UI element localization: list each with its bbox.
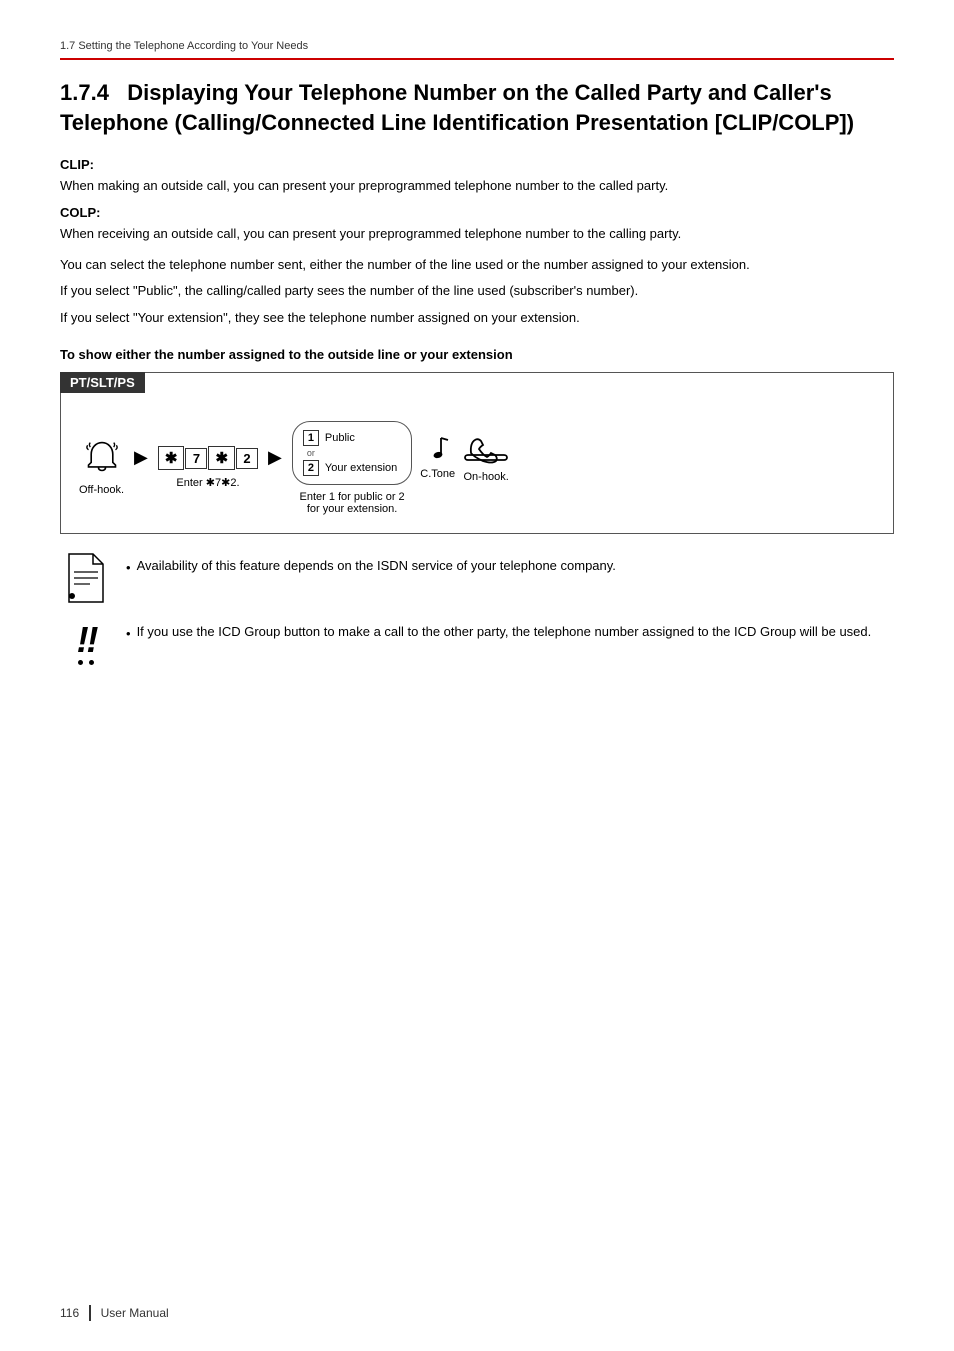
step2: ✱ 7 ✱ 2 Enter ✱7✱2. — [158, 446, 258, 489]
ii-dot1 — [78, 660, 83, 665]
step3-label: Enter 1 for public or 2 for your extensi… — [299, 491, 404, 515]
section-number: 1.7.4 — [60, 80, 109, 105]
arrow1: ▶ — [134, 447, 148, 482]
onhook-icon — [463, 433, 509, 469]
clip-label: CLIP: — [60, 157, 94, 172]
option2: 2 Your extension — [303, 460, 397, 476]
instruction-heading: To show either the number assigned to th… — [60, 347, 894, 362]
clip-section: CLIP: When making an outside call, you c… — [60, 155, 894, 197]
step3: 1 Public or 2 Your extension Enter 1 for… — [292, 421, 412, 515]
ii-dot2 — [89, 660, 94, 665]
offhook-icon — [84, 439, 120, 478]
option2-text: Your extension — [325, 462, 397, 474]
document-icon — [65, 552, 107, 604]
note1-bullet: • Availability of this feature depends o… — [126, 556, 616, 579]
para1: You can select the telephone number sent… — [60, 255, 894, 276]
colp-text: When receiving an outside call, you can … — [60, 226, 681, 241]
note1-row: • Availability of this feature depends o… — [60, 552, 894, 604]
colp-label: COLP: — [60, 205, 100, 220]
breadcrumb-text: 1.7 Setting the Telephone According to Y… — [60, 40, 308, 52]
footer: 116 User Manual — [60, 1305, 169, 1321]
footer-divider — [89, 1305, 91, 1321]
option1-num: 1 — [303, 430, 319, 446]
note2-row: ‼ • If you use the ICD Group button to m… — [60, 618, 894, 670]
arrow2: ▶ — [268, 447, 282, 482]
ii-icon: ‼ — [77, 622, 96, 658]
selection-box: 1 Public or 2 Your extension — [292, 421, 412, 485]
option2-num: 2 — [303, 460, 319, 476]
ctone-area: C.Tone — [420, 436, 455, 494]
key-star1: ✱ — [158, 446, 185, 470]
ctone-label: C.Tone — [420, 468, 455, 480]
option1-text: Public — [325, 432, 355, 444]
colp-section: COLP: When receiving an outside call, yo… — [60, 203, 894, 245]
onhook-label: On-hook. — [464, 471, 509, 483]
diagram-content: Off-hook. ▶ ✱ 7 ✱ 2 Enter ✱7✱2. ▶ — [79, 415, 875, 515]
step1-label: Off-hook. — [79, 484, 124, 496]
step2-label: Enter ✱7✱2. — [176, 476, 239, 489]
key-7: 7 — [185, 448, 207, 469]
note2-bullet: • If you use the ICD Group button to mak… — [126, 622, 871, 645]
section-title: 1.7.4 Displaying Your Telephone Number o… — [60, 78, 894, 137]
footer-label: User Manual — [101, 1306, 169, 1320]
diagram-label: PT/SLT/PS — [60, 372, 145, 393]
note1-icon — [60, 552, 112, 604]
diagram-box: PT/SLT/PS Off- — [60, 372, 894, 534]
para3: If you select "Your extension", they see… — [60, 308, 894, 329]
page: 1.7 Setting the Telephone According to Y… — [0, 0, 954, 1351]
para2: If you select "Public", the calling/call… — [60, 281, 894, 302]
breadcrumb: 1.7 Setting the Telephone According to Y… — [60, 40, 894, 60]
clip-text: When making an outside call, you can pre… — [60, 178, 668, 193]
note2-text: • If you use the ICD Group button to mak… — [126, 618, 871, 645]
option1: 1 Public — [303, 430, 355, 446]
note1-text: • Availability of this feature depends o… — [126, 552, 616, 579]
key-star2: ✱ — [208, 446, 235, 470]
note2-icon: ‼ — [60, 618, 112, 670]
step1: Off-hook. — [79, 439, 124, 496]
or-label: or — [307, 448, 315, 458]
section-heading: Displaying Your Telephone Number on the … — [60, 80, 854, 135]
key-2: 2 — [236, 448, 258, 469]
page-number: 116 — [60, 1306, 79, 1320]
onhook-area: On-hook. — [463, 433, 509, 497]
keyseq: ✱ 7 ✱ 2 — [158, 446, 258, 470]
